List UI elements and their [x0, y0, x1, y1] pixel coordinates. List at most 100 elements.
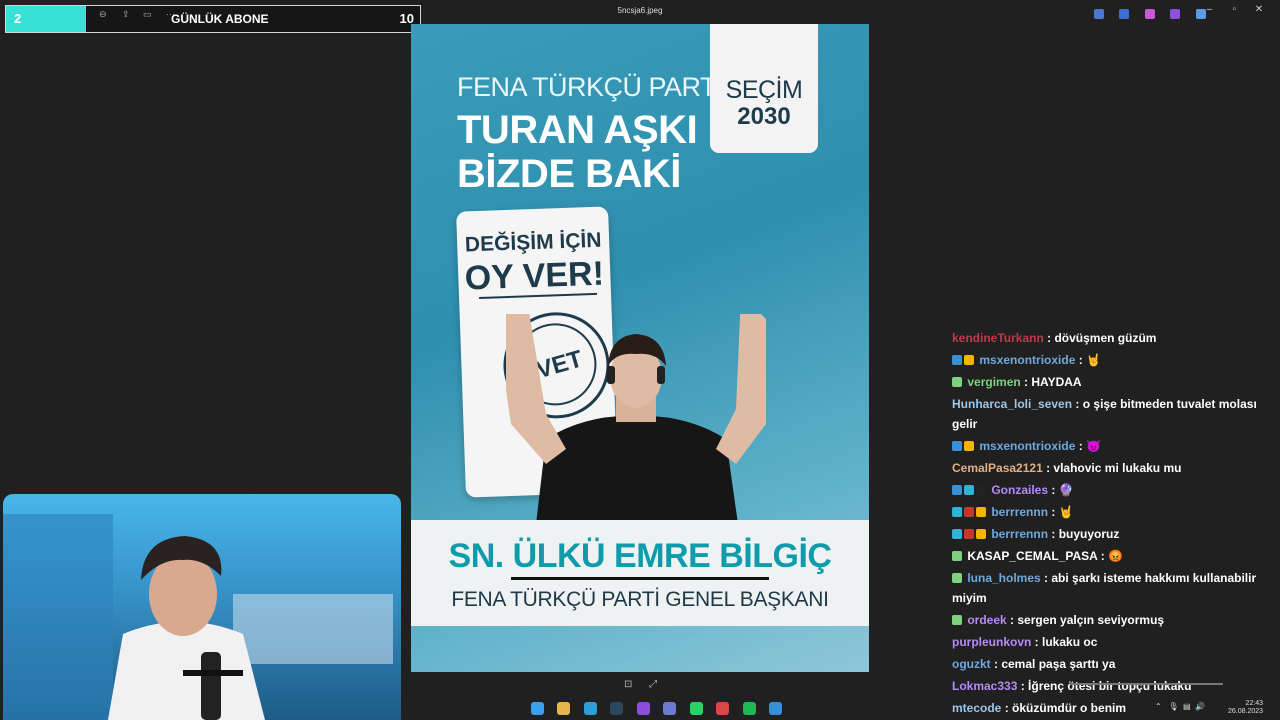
chat-badge-icon[interactable] — [952, 529, 962, 539]
chat-badge-icon[interactable] — [964, 441, 974, 451]
chat-badge-icon[interactable] — [952, 573, 962, 583]
chat-message: purpleunkovn : lukaku oc — [952, 632, 1257, 652]
chat-message: oguzkt : cemal paşa şarttı ya — [952, 654, 1257, 674]
network-icon[interactable]: ▤ — [1183, 702, 1191, 711]
minimize-window-button[interactable]: – — [1198, 4, 1220, 15]
chat-message: kendineTurkann : dövüşmen güzüm — [952, 328, 1257, 348]
chat-username[interactable]: msxenontrioxide — [979, 439, 1075, 453]
chat-badge-icon[interactable] — [952, 507, 962, 517]
chat-username[interactable]: vergimen — [967, 375, 1020, 389]
chat-username[interactable]: kendineTurkann — [952, 331, 1044, 345]
election-year-card: SEÇİM 2030 — [710, 24, 818, 153]
name-underline — [511, 577, 769, 580]
chat-message: luna_holmes : abi şarkı isteme hakkımı k… — [952, 568, 1257, 608]
tray-chevron-icon[interactable]: ⌃ — [1155, 702, 1162, 711]
chat-username[interactable]: KASAP_CEMAL_PASA — [967, 549, 1097, 563]
chat-message-text: : 😈 — [1075, 439, 1101, 453]
chat-message: vergimen : HAYDAA — [952, 372, 1257, 392]
window-icon[interactable]: ▭ — [143, 9, 152, 20]
chat-message-text: : 🔮 — [1048, 483, 1074, 497]
chat-badge-icon[interactable] — [952, 355, 962, 365]
chat-badge-icon[interactable] — [976, 507, 986, 517]
poster-slogan-line1: TURAN AŞKI — [457, 108, 698, 152]
fullscreen-icon[interactable]: ⤢ — [649, 679, 657, 690]
chat-badge-icon[interactable] — [964, 529, 974, 539]
volume-icon[interactable]: 🔊 — [1195, 702, 1205, 711]
poster-party-line: FENA TÜRKÇÜ PARTİ — [457, 72, 724, 102]
chat-message-text-cont: gelir — [952, 417, 978, 431]
chat-message-text: : buyuyoruz — [1048, 527, 1120, 541]
clock-date: 26.08.2023 — [1228, 708, 1264, 715]
chat-message-text: : İğrenç ötesi bir topçu lukaku — [1017, 679, 1192, 693]
close-window-button[interactable]: ✕ — [1248, 4, 1270, 15]
campaign-poster-image: FENA TÜRKÇÜ PARTİ TURAN AŞKI BİZDE BAKİ … — [411, 24, 869, 672]
zoom-slider[interactable] — [1070, 683, 1223, 685]
chat-message-text: : sergen yalçın seviyormuş — [1006, 613, 1165, 627]
edge-icon[interactable] — [583, 702, 597, 716]
chat-username[interactable]: Gonzailes — [991, 483, 1048, 497]
mic-icon[interactable]: 🎙 — [1168, 702, 1178, 711]
chat-message-text: : HAYDAA — [1020, 375, 1082, 389]
chat-message-text: : abi şarkı isteme hakkımı kullanabilir — [1040, 571, 1257, 585]
subscriber-goal-bar: 2 ⊖ ⇪ ▭ ··· GÜNLÜK ABONE 10 — [5, 5, 421, 33]
chat-message: ordeek : sergen yalçın seviyormuş — [952, 610, 1257, 630]
spotify-icon[interactable] — [742, 702, 756, 716]
taskbar-clock[interactable]: 22:43 26.08.2023 — [1228, 700, 1263, 716]
steam-icon[interactable] — [610, 702, 624, 716]
whatsapp-icon[interactable] — [689, 702, 703, 716]
draw-icon[interactable] — [1119, 8, 1130, 19]
chat-username[interactable]: mtecode — [952, 701, 1001, 715]
chat-badge-icon[interactable] — [964, 507, 974, 517]
chat-badge-icon[interactable] — [976, 529, 986, 539]
chat-badge-icon[interactable] — [952, 441, 962, 451]
chat-badge-icon[interactable] — [964, 355, 974, 365]
election-word: SEÇİM — [725, 76, 803, 104]
chat-message-text: : vlahovic mi lukaku mu — [1042, 461, 1182, 475]
game-icon[interactable] — [716, 702, 730, 716]
viewer-filename: 5ncsja6.jpeg — [617, 6, 663, 15]
clipchamp-icon[interactable] — [1144, 8, 1155, 19]
chat-username[interactable]: oguzkt — [952, 657, 991, 671]
chat-message: msxenontrioxide : 😈 — [952, 436, 1257, 456]
minimize-icon[interactable]: ⊖ — [99, 9, 107, 20]
designer-icon[interactable] — [1170, 8, 1181, 19]
system-tray: ⌃ 🎙 ▤ 🔊 — [1155, 702, 1205, 711]
goal-current-count: 2 — [14, 11, 22, 26]
obs-icon[interactable] — [636, 702, 650, 716]
share-icon[interactable]: ⇪ — [122, 9, 130, 20]
chat-username[interactable]: Hunharca_loli_seven — [952, 397, 1072, 411]
chat-message: berrrennn : 🤘 — [952, 502, 1257, 522]
chat-username[interactable]: msxenontrioxide — [979, 353, 1075, 367]
start-icon[interactable] — [531, 702, 544, 716]
viewer-bottom-controls: ⊡ ⤢ — [624, 679, 671, 690]
chat-username[interactable]: berrrennn — [991, 527, 1048, 541]
chat-badge-icon[interactable] — [952, 485, 962, 495]
photos-icon[interactable] — [769, 702, 783, 716]
election-year: 2030 — [737, 103, 791, 130]
chat-username[interactable]: berrrennn — [991, 505, 1048, 519]
maximize-window-button[interactable]: ▫ — [1223, 4, 1245, 15]
chat-message-text: : 🤘 — [1048, 505, 1074, 519]
chat-message-text: : 😡 — [1097, 549, 1123, 563]
streamer-camera-feed — [3, 514, 393, 720]
chat-username[interactable]: purpleunkovn — [952, 635, 1031, 649]
edit-icon[interactable] — [1094, 8, 1104, 19]
file-explorer-icon[interactable] — [557, 702, 571, 716]
chat-message-text: : lukaku oc — [1031, 635, 1098, 649]
chat-badge-icon[interactable] — [952, 551, 962, 561]
chat-username[interactable]: ordeek — [967, 613, 1006, 627]
chat-username[interactable]: CemalPasa2121 — [952, 461, 1043, 475]
app-icon[interactable] — [663, 702, 677, 716]
chat-badge-icon[interactable] — [964, 485, 974, 495]
chat-message: mtecode : öküzümdür o benim — [952, 698, 1257, 718]
chat-username[interactable]: luna_holmes — [967, 571, 1040, 585]
chat-message-text-cont: miyim — [952, 591, 987, 605]
chat-badge-icon[interactable] — [952, 615, 962, 625]
chat-badge-icon[interactable] — [976, 485, 986, 495]
poster-slogan-line2: BİZDE BAKİ — [457, 152, 681, 196]
chat-badge-icon[interactable] — [952, 377, 962, 387]
taskbar — [531, 700, 791, 716]
candidate-title: FENA TÜRKÇÜ PARTİ GENEL BAŞKANI — [451, 588, 829, 611]
fit-to-window-icon[interactable]: ⊡ — [624, 679, 632, 690]
chat-username[interactable]: Lokmac333 — [952, 679, 1017, 693]
